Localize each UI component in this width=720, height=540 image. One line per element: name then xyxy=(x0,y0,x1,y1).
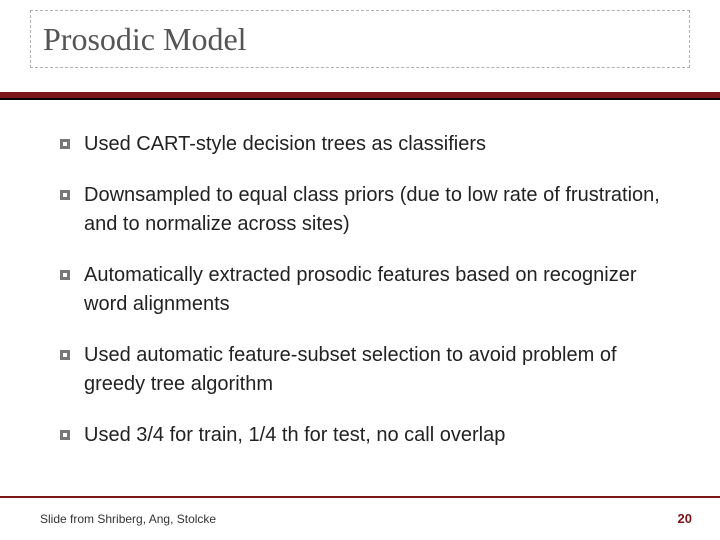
slide: Prosodic Model Used CART-style decision … xyxy=(0,0,720,540)
list-item: Downsampled to equal class priors (due t… xyxy=(60,181,670,239)
bullet-icon xyxy=(60,270,70,280)
title-underline xyxy=(0,92,720,100)
bullet-icon xyxy=(60,139,70,149)
bullet-icon xyxy=(60,430,70,440)
bullet-text: Used CART-style decision trees as classi… xyxy=(84,130,670,159)
list-item: Automatically extracted prosodic feature… xyxy=(60,261,670,319)
bullet-icon xyxy=(60,350,70,360)
footer-rule xyxy=(0,496,720,498)
bullet-text: Automatically extracted prosodic feature… xyxy=(84,261,670,319)
page-number: 20 xyxy=(678,511,692,526)
list-item: Used automatic feature-subset selection … xyxy=(60,341,670,399)
bullet-text: Used 3/4 for train, 1/4 th for test, no … xyxy=(84,421,670,450)
slide-title: Prosodic Model xyxy=(43,21,247,58)
bullet-text: Downsampled to equal class priors (due t… xyxy=(84,181,670,239)
title-box: Prosodic Model xyxy=(30,10,690,68)
list-item: Used 3/4 for train, 1/4 th for test, no … xyxy=(60,421,670,450)
content-area: Used CART-style decision trees as classi… xyxy=(60,130,670,472)
bullet-icon xyxy=(60,190,70,200)
bullet-text: Used automatic feature-subset selection … xyxy=(84,341,670,399)
footer-credit: Slide from Shriberg, Ang, Stolcke xyxy=(40,512,216,526)
list-item: Used CART-style decision trees as classi… xyxy=(60,130,670,159)
